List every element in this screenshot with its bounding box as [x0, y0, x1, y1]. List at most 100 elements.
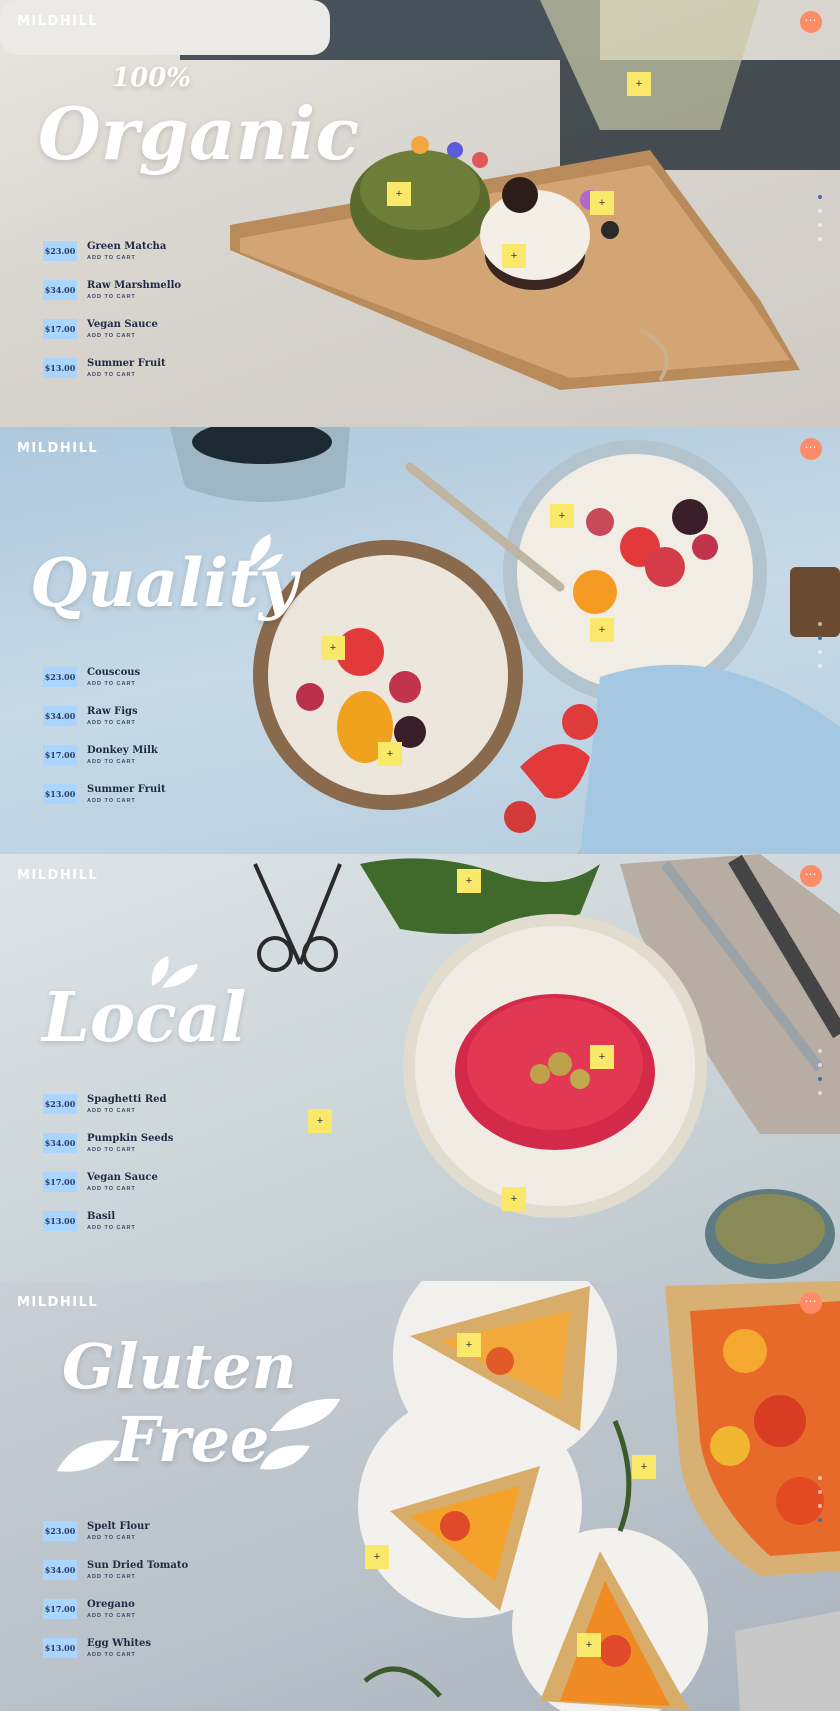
hotspot-button[interactable]: + [577, 1633, 601, 1657]
hotspot-button[interactable]: + [308, 1109, 332, 1133]
product-item[interactable]: $34.00 Raw Figs ADD TO CART [43, 696, 166, 735]
product-item[interactable]: $17.00 Oregano ADD TO CART [43, 1589, 188, 1628]
brand-logo[interactable]: MILDHILL [17, 1295, 98, 1310]
product-item[interactable]: $17.00 Donkey Milk ADD TO CART [43, 735, 166, 774]
product-item[interactable]: $23.00 Couscous ADD TO CART [43, 657, 166, 696]
product-name[interactable]: Summer Fruit [87, 784, 166, 795]
hotspot-button[interactable]: + [590, 618, 614, 642]
product-name[interactable]: Raw Figs [87, 706, 138, 717]
more-icon: ⋯ [804, 867, 818, 881]
add-to-cart-link[interactable]: ADD TO CART [87, 759, 158, 765]
product-item[interactable]: $23.00 Spaghetti Red ADD TO CART [43, 1084, 173, 1123]
brand-logo[interactable]: MILDHILL [17, 441, 98, 456]
product-list: $23.00 Green Matcha ADD TO CART $34.00 Ra… [43, 231, 181, 387]
pagination-dot[interactable] [818, 195, 822, 199]
product-item[interactable]: $23.00 Spelt Flour ADD TO CART [43, 1511, 188, 1550]
hotspot-button[interactable]: + [502, 1187, 526, 1211]
price-tag: $23.00 [43, 1093, 77, 1114]
hotspot-button[interactable]: + [378, 742, 402, 766]
product-name[interactable]: Green Matcha [87, 241, 166, 252]
product-name[interactable]: Vegan Sauce [87, 1172, 158, 1183]
pagination-dot[interactable] [818, 1049, 822, 1053]
pagination-dot[interactable] [818, 1063, 822, 1067]
pagination-dot[interactable] [818, 237, 822, 241]
section-pagination[interactable] [818, 1476, 822, 1522]
add-to-cart-link[interactable]: ADD TO CART [87, 1574, 188, 1580]
pagination-dot[interactable] [818, 650, 822, 654]
pagination-dot[interactable] [818, 1476, 822, 1480]
add-to-cart-link[interactable]: ADD TO CART [87, 294, 181, 300]
product-item[interactable]: $34.00 Pumpkin Seeds ADD TO CART [43, 1123, 173, 1162]
add-to-cart-link[interactable]: ADD TO CART [87, 372, 166, 378]
product-name[interactable]: Vegan Sauce [87, 319, 158, 330]
brand-logo[interactable]: MILDHILL [17, 14, 98, 29]
product-name[interactable]: Donkey Milk [87, 745, 158, 756]
add-to-cart-link[interactable]: ADD TO CART [87, 681, 140, 687]
add-to-cart-link[interactable]: ADD TO CART [87, 1186, 158, 1192]
product-name[interactable]: Raw Marshmello [87, 280, 181, 291]
add-to-cart-link[interactable]: ADD TO CART [87, 1108, 167, 1114]
add-to-cart-link[interactable]: ADD TO CART [87, 1225, 136, 1231]
section-pagination[interactable] [818, 622, 822, 668]
product-name[interactable]: Pumpkin Seeds [87, 1133, 173, 1144]
pagination-dot[interactable] [818, 209, 822, 213]
add-to-cart-link[interactable]: ADD TO CART [87, 333, 158, 339]
headline-prefix: 100% [112, 63, 191, 93]
panel-quality: MILDHILL ⋯ Quality $23.00 Couscous ADD TO… [0, 427, 840, 854]
hotspot-button[interactable]: + [550, 504, 574, 528]
pagination-dot[interactable] [818, 664, 822, 668]
product-name[interactable]: Oregano [87, 1599, 136, 1610]
pagination-dot[interactable] [818, 622, 822, 626]
product-item[interactable]: $34.00 Sun Dried Tomato ADD TO CART [43, 1550, 188, 1589]
product-name[interactable]: Basil [87, 1211, 136, 1222]
product-name[interactable]: Couscous [87, 667, 140, 678]
hotspot-button[interactable]: + [321, 636, 345, 660]
add-to-cart-link[interactable]: ADD TO CART [87, 720, 138, 726]
add-to-cart-link[interactable]: ADD TO CART [87, 1613, 136, 1619]
hotspot-button[interactable]: + [590, 1045, 614, 1069]
add-to-cart-link[interactable]: ADD TO CART [87, 255, 166, 261]
menu-button[interactable]: ⋯ [800, 438, 822, 460]
pagination-dot[interactable] [818, 1504, 822, 1508]
hotspot-button[interactable]: + [365, 1545, 389, 1569]
product-name[interactable]: Sun Dried Tomato [87, 1560, 188, 1571]
product-item[interactable]: $34.00 Raw Marshmello ADD TO CART [43, 270, 181, 309]
hotspot-button[interactable]: + [457, 869, 481, 893]
hotspot-button[interactable]: + [387, 182, 411, 206]
pagination-dot[interactable] [818, 1091, 822, 1095]
menu-button[interactable]: ⋯ [800, 11, 822, 33]
menu-button[interactable]: ⋯ [800, 1292, 822, 1314]
hotspot-button[interactable]: + [627, 72, 651, 96]
hotspot-button[interactable]: + [590, 191, 614, 215]
product-name[interactable]: Spaghetti Red [87, 1094, 167, 1105]
product-name[interactable]: Spelt Flour [87, 1521, 150, 1532]
price-tag: $34.00 [43, 705, 77, 726]
product-item[interactable]: $23.00 Green Matcha ADD TO CART [43, 231, 181, 270]
hotspot-button[interactable]: + [632, 1455, 656, 1479]
pagination-dot[interactable] [818, 636, 822, 640]
hotspot-button[interactable]: + [457, 1333, 481, 1357]
price-tag: $17.00 [43, 744, 77, 765]
menu-button[interactable]: ⋯ [800, 865, 822, 887]
pagination-dot[interactable] [818, 1518, 822, 1522]
product-item[interactable]: $13.00 Basil ADD TO CART [43, 1201, 173, 1240]
product-name[interactable]: Summer Fruit [87, 358, 166, 369]
hotspot-button[interactable]: + [502, 244, 526, 268]
add-to-cart-link[interactable]: ADD TO CART [87, 1147, 173, 1153]
product-item[interactable]: $13.00 Summer Fruit ADD TO CART [43, 348, 181, 387]
pagination-dot[interactable] [818, 1077, 822, 1081]
section-pagination[interactable] [818, 1049, 822, 1095]
pagination-dot[interactable] [818, 223, 822, 227]
pagination-dot[interactable] [818, 1490, 822, 1494]
section-pagination[interactable] [818, 195, 822, 241]
add-to-cart-link[interactable]: ADD TO CART [87, 798, 166, 804]
product-item[interactable]: $17.00 Vegan Sauce ADD TO CART [43, 309, 181, 348]
product-item[interactable]: $13.00 Egg Whites ADD TO CART [43, 1628, 188, 1667]
add-to-cart-link[interactable]: ADD TO CART [87, 1535, 150, 1541]
brand-logo[interactable]: MILDHILL [17, 868, 98, 883]
product-item[interactable]: $17.00 Vegan Sauce ADD TO CART [43, 1162, 173, 1201]
product-item[interactable]: $13.00 Summer Fruit ADD TO CART [43, 774, 166, 813]
product-name[interactable]: Egg Whites [87, 1638, 151, 1649]
add-to-cart-link[interactable]: ADD TO CART [87, 1652, 151, 1658]
panel-gluten-free: MILDHILL ⋯ Gluten Free $23.00 Spelt Flou… [0, 1281, 840, 1711]
